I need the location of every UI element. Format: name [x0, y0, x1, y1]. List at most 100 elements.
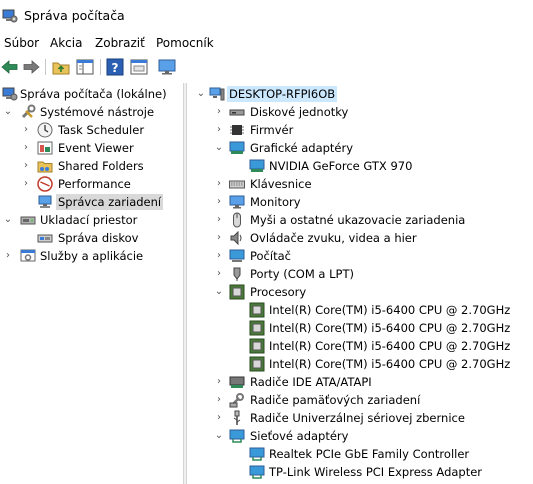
- computer-management-icon: [2, 8, 18, 24]
- display-adapter-icon: [249, 158, 265, 174]
- device-node-nic[interactable]: TP-Link Wireless PCI Express Adapter: [187, 463, 533, 481]
- tree-node-task-scheduler[interactable]: › Task Scheduler: [0, 121, 183, 139]
- tree-label: Task Scheduler: [58, 123, 145, 137]
- computer-icon: [209, 86, 225, 102]
- collapsed-chevron-icon[interactable]: ›: [20, 122, 32, 138]
- device-node-ide[interactable]: › Radiče IDE ATA/ATAPI: [187, 373, 533, 391]
- menu-action[interactable]: Akcia: [50, 35, 82, 51]
- tree-label: TP-Link Wireless PCI Express Adapter: [269, 465, 483, 479]
- expanded-chevron-icon[interactable]: ⌄: [195, 86, 207, 102]
- collapsed-chevron-icon[interactable]: ›: [213, 230, 225, 246]
- tree-node-performance[interactable]: › Performance: [0, 175, 183, 193]
- processor-icon: [229, 284, 245, 300]
- device-node-nic[interactable]: Realtek PCIe GbE Family Controller: [187, 445, 533, 463]
- menu-help[interactable]: Pomocník: [156, 35, 214, 51]
- properties-icon[interactable]: [129, 57, 149, 77]
- clock-icon: [37, 122, 53, 138]
- device-node-cpu[interactable]: Intel(R) Core(TM) i5-6400 CPU @ 2.70GHz: [187, 355, 533, 373]
- expanded-chevron-icon[interactable]: ⌄: [213, 284, 225, 300]
- menu-view[interactable]: Zobraziť: [95, 35, 145, 51]
- monitor-icon[interactable]: [157, 57, 177, 77]
- collapsed-chevron-icon[interactable]: ›: [213, 176, 225, 192]
- back-arrow-icon[interactable]: [0, 57, 20, 77]
- firmware-chip-icon: [229, 122, 245, 138]
- menu-file[interactable]: Súbor: [4, 35, 39, 51]
- help-icon[interactable]: ?: [105, 57, 125, 77]
- device-node-cpu[interactable]: Intel(R) Core(TM) i5-6400 CPU @ 2.70GHz: [187, 319, 533, 337]
- expanded-chevron-icon[interactable]: ⌄: [213, 140, 225, 156]
- tree-node-computer-management[interactable]: Správa počítača (lokálne): [0, 85, 183, 103]
- device-tree: ⌄ DESKTOP-RFPI6OB › Diskové jednotky › F…: [187, 83, 533, 484]
- expanded-chevron-icon[interactable]: ⌄: [2, 212, 14, 228]
- toolbar: ?: [0, 55, 533, 79]
- device-node-cpu[interactable]: Intel(R) Core(TM) i5-6400 CPU @ 2.70GHz: [187, 337, 533, 355]
- tree-label: Monitory: [250, 195, 301, 209]
- tree-node-device-manager[interactable]: Správca zariadení: [0, 193, 183, 211]
- tree-label: Radiče pamäťových zariadení: [250, 393, 421, 407]
- tree-label: NVIDIA GeForce GTX 970: [269, 159, 413, 173]
- device-node-network-adapters[interactable]: ⌄ Sieťové adaptéry: [187, 427, 533, 445]
- tree-label: Intel(R) Core(TM) i5-6400 CPU @ 2.70GHz: [269, 303, 511, 317]
- collapsed-chevron-icon[interactable]: ›: [213, 194, 225, 210]
- processor-icon: [249, 356, 265, 372]
- show-hide-tree-icon[interactable]: [75, 57, 95, 77]
- tree-label: Správca zariadení: [56, 194, 164, 210]
- device-node-keyboards[interactable]: › Klávesnice: [187, 175, 533, 193]
- tree-label: Realtek PCIe GbE Family Controller: [269, 447, 470, 461]
- toolbar-separator: [100, 59, 101, 75]
- tree-label: Diskové jednotky: [250, 105, 349, 119]
- device-node-usb[interactable]: › Radiče Univerzálnej sériovej zbernice: [187, 409, 533, 427]
- collapsed-chevron-icon[interactable]: ›: [20, 158, 32, 174]
- device-node-mice[interactable]: › Myši a ostatné ukazovacie zariadenia: [187, 211, 533, 229]
- device-node-computer[interactable]: ⌄ DESKTOP-RFPI6OB: [187, 85, 533, 103]
- device-node-display-adapters[interactable]: ⌄ Grafické adaptéry: [187, 139, 533, 157]
- tree-label: Intel(R) Core(TM) i5-6400 CPU @ 2.70GHz: [269, 339, 511, 353]
- event-viewer-icon: [37, 140, 53, 156]
- collapsed-chevron-icon[interactable]: ›: [213, 374, 225, 390]
- display-adapter-icon: [229, 140, 245, 156]
- processor-icon: [249, 302, 265, 318]
- collapsed-chevron-icon[interactable]: ›: [213, 410, 225, 426]
- collapsed-chevron-icon[interactable]: ›: [213, 392, 225, 408]
- device-node-disk-drives[interactable]: › Diskové jednotky: [187, 103, 533, 121]
- collapsed-chevron-icon[interactable]: ›: [213, 266, 225, 282]
- device-node-storage-controllers[interactable]: › Radiče pamäťových zariadení: [187, 391, 533, 409]
- tree-node-shared-folders[interactable]: › Shared Folders: [0, 157, 183, 175]
- processor-icon: [249, 338, 265, 354]
- tree-label: Správa počítača (lokálne): [20, 87, 167, 101]
- collapsed-chevron-icon[interactable]: ›: [213, 104, 225, 120]
- device-node-firmware[interactable]: › Firmvér: [187, 121, 533, 139]
- device-node-monitors[interactable]: › Monitory: [187, 193, 533, 211]
- device-node-audio[interactable]: › Ovládače zvuku, videa a hier: [187, 229, 533, 247]
- collapsed-chevron-icon[interactable]: ›: [20, 140, 32, 156]
- processor-icon: [249, 320, 265, 336]
- collapsed-chevron-icon[interactable]: ›: [213, 248, 225, 264]
- tree-label: Radiče IDE ATA/ATAPI: [250, 375, 372, 389]
- device-node-ports[interactable]: › Porty (COM a LPT): [187, 265, 533, 283]
- collapsed-chevron-icon[interactable]: ›: [213, 212, 225, 228]
- device-node-cpu[interactable]: Intel(R) Core(TM) i5-6400 CPU @ 2.70GHz: [187, 301, 533, 319]
- expanded-chevron-icon[interactable]: ⌄: [213, 428, 225, 444]
- computer-icon: [229, 248, 245, 264]
- expanded-chevron-icon[interactable]: ⌄: [2, 104, 14, 120]
- device-node-gpu[interactable]: NVIDIA GeForce GTX 970: [187, 157, 533, 175]
- tree-node-services-applications[interactable]: › Služby a aplikácie: [0, 247, 183, 265]
- storage-icon: [20, 212, 36, 228]
- tree-node-system-tools[interactable]: ⌄ Systémové nástroje: [0, 103, 183, 121]
- forward-arrow-icon[interactable]: [21, 57, 41, 77]
- tree-node-disk-management[interactable]: Správa diskov: [0, 229, 183, 247]
- device-node-computer-class[interactable]: › Počítač: [187, 247, 533, 265]
- collapsed-chevron-icon[interactable]: ›: [2, 248, 14, 264]
- tree-label: Služby a aplikácie: [40, 249, 144, 263]
- shared-folder-icon: [37, 158, 53, 174]
- tree-node-storage[interactable]: ⌄ Ukladací priestor: [0, 211, 183, 229]
- tree-node-event-viewer[interactable]: › Event Viewer: [0, 139, 183, 157]
- tree-label: Grafické adaptéry: [250, 141, 354, 155]
- collapsed-chevron-icon[interactable]: ›: [213, 122, 225, 138]
- collapsed-chevron-icon[interactable]: ›: [20, 176, 32, 192]
- tools-icon: [20, 104, 36, 120]
- up-folder-icon[interactable]: [51, 57, 71, 77]
- device-node-processors[interactable]: ⌄ Procesory: [187, 283, 533, 301]
- tree-label: Správa diskov: [58, 231, 139, 245]
- console-tree: Správa počítača (lokálne) ⌄ Systémové ná…: [0, 83, 183, 484]
